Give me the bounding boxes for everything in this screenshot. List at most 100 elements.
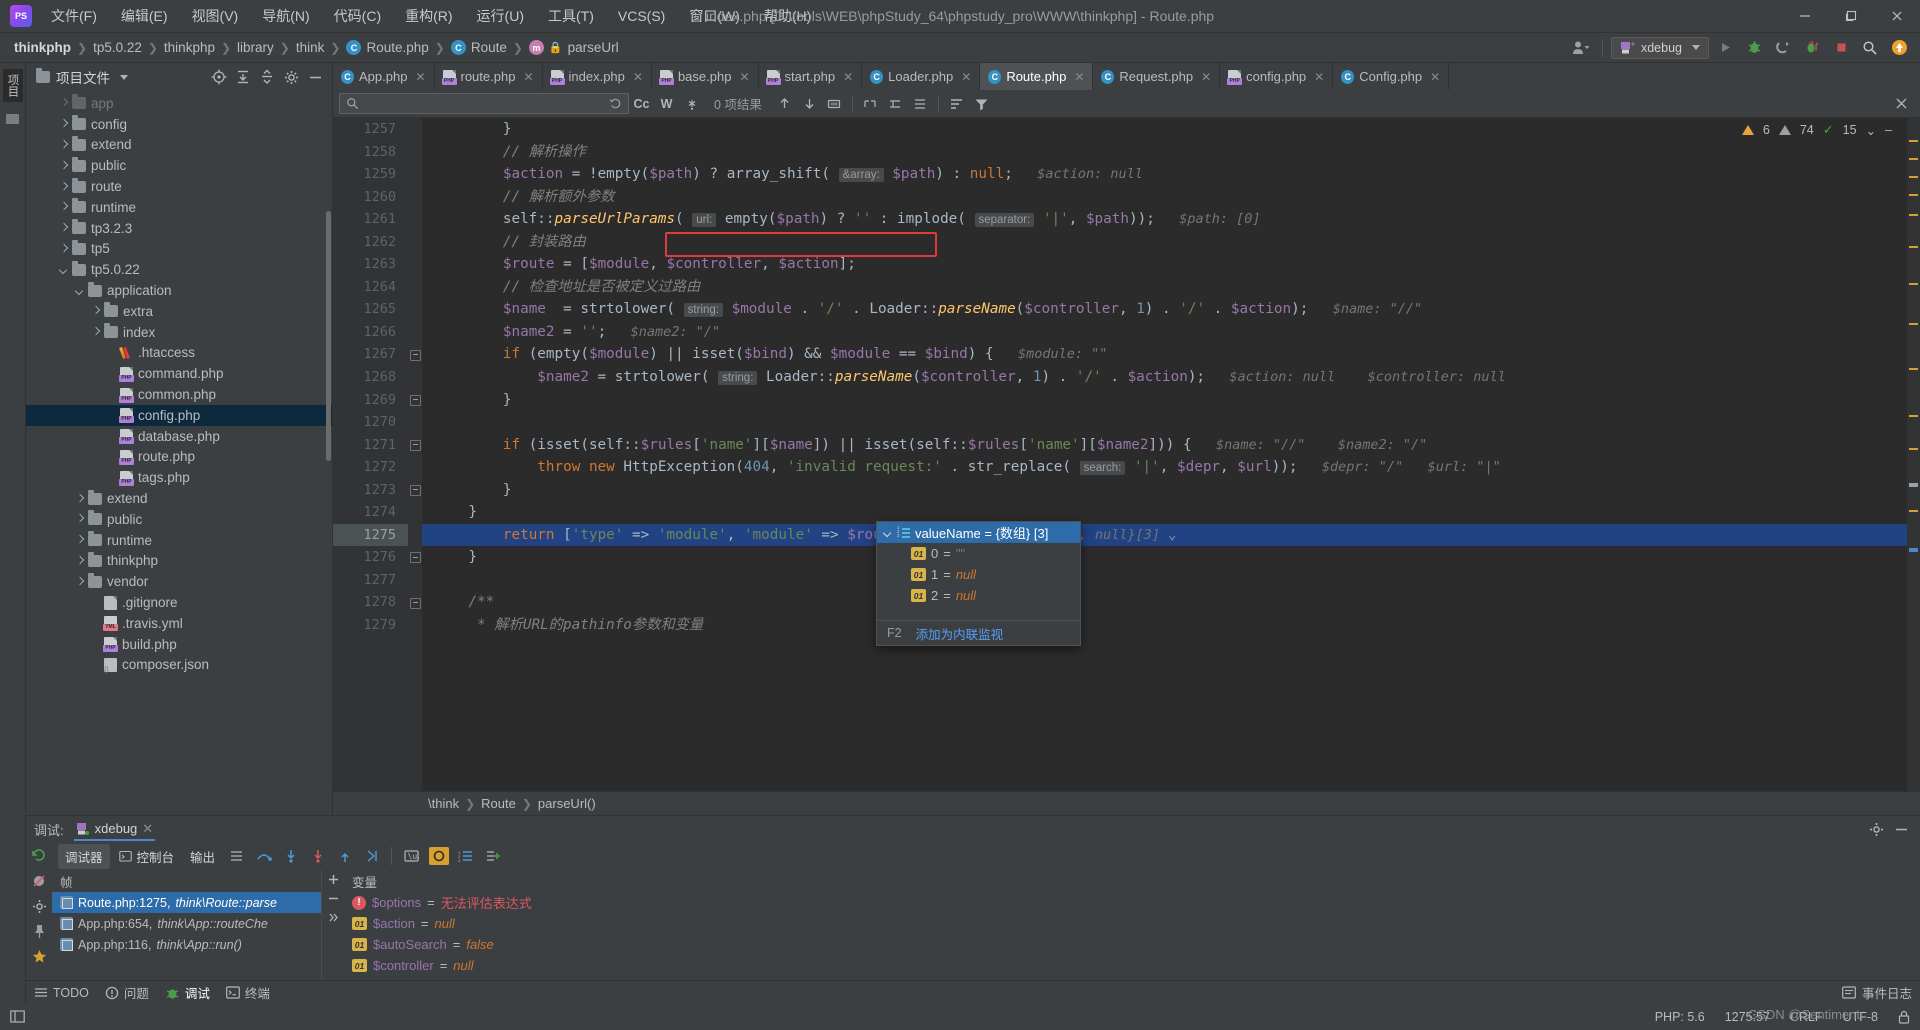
tree-item-command-php[interactable]: command.php	[26, 363, 332, 384]
tree-expand-arrow[interactable]	[74, 285, 85, 296]
tool-window-project-tab[interactable]: 项目	[2, 69, 23, 102]
tree-expand-arrow[interactable]	[90, 618, 101, 629]
mute-breakpoints-icon[interactable]	[31, 873, 47, 889]
find-input[interactable]	[339, 93, 629, 114]
code-line[interactable]: /**	[422, 591, 1907, 614]
chevron-down-icon[interactable]	[883, 528, 893, 538]
project-tree[interactable]: app config extend public route runtime tp3.2.3…	[26, 91, 332, 815]
menu-view[interactable]: 视图(V)	[181, 2, 250, 30]
tree-expand-arrow[interactable]	[106, 410, 117, 421]
breadcrumb-item-6[interactable]: C Route	[447, 39, 511, 56]
menu-tools[interactable]: 工具(T)	[537, 2, 605, 30]
tree-expand-arrow[interactable]	[106, 472, 117, 483]
event-log-area[interactable]: 事件日志	[1842, 983, 1912, 1002]
add-inline-watch-link[interactable]: 添加为内联监视	[916, 624, 1004, 643]
find-next-button[interactable]	[797, 93, 822, 115]
variable-row[interactable]: 01 $action = null	[344, 913, 1920, 934]
code-line[interactable]: self::parseUrlParams( url: empty($path) …	[422, 208, 1907, 231]
whole-words-button[interactable]: W	[654, 93, 679, 115]
step-out-icon[interactable]	[332, 845, 357, 867]
maximize-button[interactable]	[1828, 0, 1874, 33]
filter-funnel-icon[interactable]	[969, 93, 994, 115]
tree-item-build-php[interactable]: build.php	[26, 634, 332, 655]
frame-row[interactable]: Route.php:1275, think\Route::parse	[52, 892, 321, 913]
find-previous-button[interactable]	[772, 93, 797, 115]
code-line[interactable]: // 解析操作	[422, 141, 1907, 164]
tree-expand-arrow[interactable]	[58, 264, 69, 275]
force-step-into-icon[interactable]	[305, 845, 330, 867]
tree-expand-arrow[interactable]	[74, 535, 85, 546]
close-icon[interactable]: ✕	[739, 70, 749, 84]
editor-tab-bar[interactable]: CApp.php✕route.php✕index.php✕base.php✕st…	[333, 63, 1920, 90]
fold-marker[interactable]	[410, 349, 421, 361]
fold-column[interactable]	[408, 118, 422, 791]
code-line[interactable]	[422, 569, 1907, 592]
code-line[interactable]: $route = [$module, $controller, $action]…	[422, 253, 1907, 276]
bottom-tab-terminal[interactable]: 终端	[226, 983, 270, 1002]
tree-expand-arrow[interactable]	[90, 639, 101, 650]
close-icon[interactable]: ✕	[633, 70, 643, 84]
close-icon[interactable]: ✕	[1074, 70, 1084, 84]
tree-expand-arrow[interactable]	[106, 368, 117, 379]
debug-button[interactable]	[1741, 36, 1767, 60]
tree-expand-arrow[interactable]	[106, 347, 117, 358]
fold-marker[interactable]	[410, 484, 421, 496]
editor-tab-config-php[interactable]: C Config.php ✕	[1333, 63, 1450, 90]
variables-list[interactable]: ! $options = 无法评估表达式 01 $action = null 01 $autoSe…	[344, 892, 1920, 976]
tree-item-vendor[interactable]: vendor	[26, 571, 332, 592]
close-icon[interactable]: ✕	[523, 70, 533, 84]
debug-session-tab[interactable]: xdebug ✕	[73, 818, 156, 841]
code-line[interactable]: $name2 = ''; $name2: "/"	[422, 321, 1907, 344]
editor-tab-route-php[interactable]: route.php ✕	[435, 63, 543, 90]
tree-expand-arrow[interactable]	[74, 493, 85, 504]
filter-options-button[interactable]	[883, 93, 908, 115]
tree-item-public[interactable]: public	[26, 155, 332, 176]
tree-item--travis-yml[interactable]: .travis.yml	[26, 613, 332, 634]
layout-toggle-icon[interactable]	[10, 1010, 25, 1024]
close-icon[interactable]: ✕	[1430, 70, 1440, 84]
coverage-button[interactable]	[1770, 36, 1796, 60]
tree-item-tp3-2-3[interactable]: tp3.2.3	[26, 218, 332, 239]
run-button[interactable]	[1712, 36, 1738, 60]
tree-expand-arrow[interactable]	[90, 327, 101, 338]
frame-row[interactable]: App.php:654, think\App::routeChe	[52, 913, 321, 934]
step-over-icon[interactable]	[251, 845, 276, 867]
close-find-bar-button[interactable]	[1889, 97, 1914, 110]
menu-vcs[interactable]: VCS(S)	[607, 4, 676, 28]
tree-expand-arrow[interactable]	[58, 139, 69, 150]
minimize-button[interactable]	[1782, 0, 1828, 33]
tab-bar-overflow[interactable]	[1908, 63, 1920, 90]
match-case-button[interactable]: Cc	[629, 93, 654, 115]
show-lines-icon[interactable]	[224, 845, 249, 867]
menu-refactor[interactable]: 重构(R)	[394, 2, 463, 30]
stop-button[interactable]	[1828, 36, 1854, 60]
popup-header-row[interactable]: valueName = {数组} [3]	[877, 522, 1080, 543]
search-icon[interactable]	[1857, 36, 1883, 60]
menu-window[interactable]: 窗口(W)	[678, 2, 751, 30]
editor-breadcrumb-class[interactable]: Route	[481, 796, 516, 811]
editor-tab-start-php[interactable]: start.php ✕	[759, 63, 863, 90]
tree-expand-arrow[interactable]	[90, 597, 101, 608]
menu-run[interactable]: 运行(U)	[466, 2, 535, 30]
code-line[interactable]: }	[422, 118, 1907, 141]
fold-marker[interactable]	[410, 394, 421, 406]
tree-item-config[interactable]: config	[26, 114, 332, 135]
variables-list-icon[interactable]: 123	[453, 845, 478, 867]
tree-item-composer-json[interactable]: composer.json	[26, 655, 332, 676]
breadcrumb-item-4[interactable]: think	[292, 39, 329, 56]
close-button[interactable]	[1874, 0, 1920, 33]
tree-expand-arrow[interactable]	[74, 514, 85, 525]
tree-item--gitignore[interactable]: .gitignore	[26, 592, 332, 613]
tree-expand-arrow[interactable]	[90, 306, 101, 317]
code-line[interactable]: throw new HttpException(404, 'invalid re…	[422, 456, 1907, 479]
editor-marker-bar[interactable]	[1907, 118, 1920, 791]
tree-item-config-php[interactable]: config.php	[26, 404, 332, 426]
frame-row[interactable]: App.php:116, think\App::run()	[52, 934, 321, 955]
lock-icon[interactable]	[1898, 1010, 1910, 1024]
tree-expand-arrow[interactable]	[106, 389, 117, 400]
chevron-down-icon[interactable]	[120, 74, 128, 80]
variable-row[interactable]: 01 $controller = null	[344, 955, 1920, 976]
variable-row[interactable]: 01 $autoSearch = false	[344, 934, 1920, 955]
tree-item-runtime[interactable]: runtime	[26, 530, 332, 551]
editor-tab-route-php[interactable]: C Route.php ✕	[980, 63, 1094, 90]
